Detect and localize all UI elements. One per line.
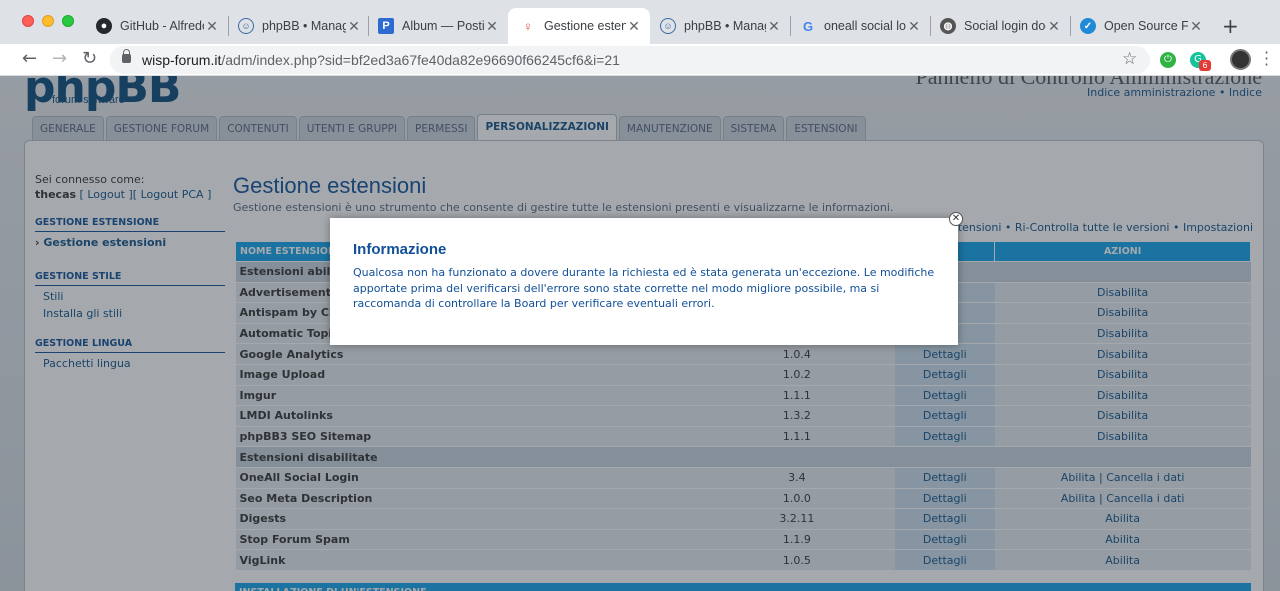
- browser-tab[interactable]: ☺ phpBB • Manage✕: [648, 8, 790, 44]
- browser-tab[interactable]: P Album — Posting✕: [366, 8, 508, 44]
- browser-tab[interactable]: ✓ Open Source Fo ✕: [1068, 8, 1212, 44]
- browser-toolbar: ← → ↻ wisp-forum.it/adm/index.php?sid=bf…: [0, 44, 1280, 76]
- browser-tab-bar: ● GitHub - Alfredo✕ ☺ phpBB • Manage✕ P …: [0, 0, 1280, 44]
- dialog-title: Informazione: [353, 241, 447, 258]
- extension-icon[interactable]: ⏻: [1160, 52, 1176, 68]
- browser-tab-active[interactable]: ♀ Gestione estens ✕: [508, 8, 650, 44]
- browser-tab[interactable]: ● GitHub - Alfredo ✕: [84, 8, 228, 44]
- url-text: wisp-forum.it/adm/index.php?sid=bf2ed3a6…: [142, 52, 620, 68]
- close-window-button[interactable]: [22, 15, 34, 27]
- back-arrow-icon[interactable]: ←: [22, 48, 37, 69]
- address-bar[interactable]: wisp-forum.it/adm/index.php?sid=bf2ed3a6…: [110, 46, 1150, 74]
- information-dialog: Informazione Qualcosa non ha funzionato …: [330, 218, 958, 345]
- browser-tab[interactable]: ☺ phpBB • Manage✕: [226, 8, 370, 44]
- phpbb-icon: ☺: [660, 18, 676, 34]
- forward-arrow-icon[interactable]: →: [52, 48, 67, 69]
- zoom-window-button[interactable]: [62, 15, 74, 27]
- profile-avatar[interactable]: [1230, 49, 1251, 70]
- close-tab-icon[interactable]: ✕: [1046, 18, 1062, 35]
- close-tab-icon[interactable]: ✕: [204, 18, 220, 35]
- extension-badge: 6: [1199, 60, 1211, 71]
- google-icon: G: [802, 18, 814, 34]
- close-tab-icon[interactable]: ✕: [484, 18, 500, 35]
- browser-tab[interactable]: ◍ Social login doe ✕: [928, 8, 1070, 44]
- microphone-icon: ♀: [523, 18, 533, 34]
- new-tab-button[interactable]: +: [1222, 14, 1239, 38]
- close-dialog-icon[interactable]: ✕: [949, 212, 963, 226]
- reload-icon[interactable]: ↻: [82, 48, 97, 69]
- open-source-icon: ✓: [1080, 18, 1096, 34]
- bookmark-star-icon[interactable]: ☆: [1122, 49, 1137, 69]
- close-tab-icon[interactable]: ✕: [626, 18, 642, 35]
- postimage-icon: P: [378, 18, 394, 34]
- globe-icon: ◍: [940, 18, 956, 34]
- phpbb-icon: ☺: [238, 18, 254, 34]
- minimize-window-button[interactable]: [42, 15, 54, 27]
- dialog-message: Qualcosa non ha funzionato a dovere dura…: [353, 266, 935, 310]
- close-tab-icon[interactable]: ✕: [346, 18, 362, 35]
- browser-tab[interactable]: G oneall social log ✕: [788, 8, 930, 44]
- github-icon: ●: [96, 18, 112, 34]
- close-tab-icon[interactable]: ✕: [1188, 18, 1204, 35]
- browser-menu-icon[interactable]: · · ·: [1264, 45, 1269, 73]
- lock-icon: [122, 49, 131, 63]
- close-tab-icon[interactable]: ✕: [766, 18, 782, 35]
- close-tab-icon[interactable]: ✕: [906, 18, 922, 35]
